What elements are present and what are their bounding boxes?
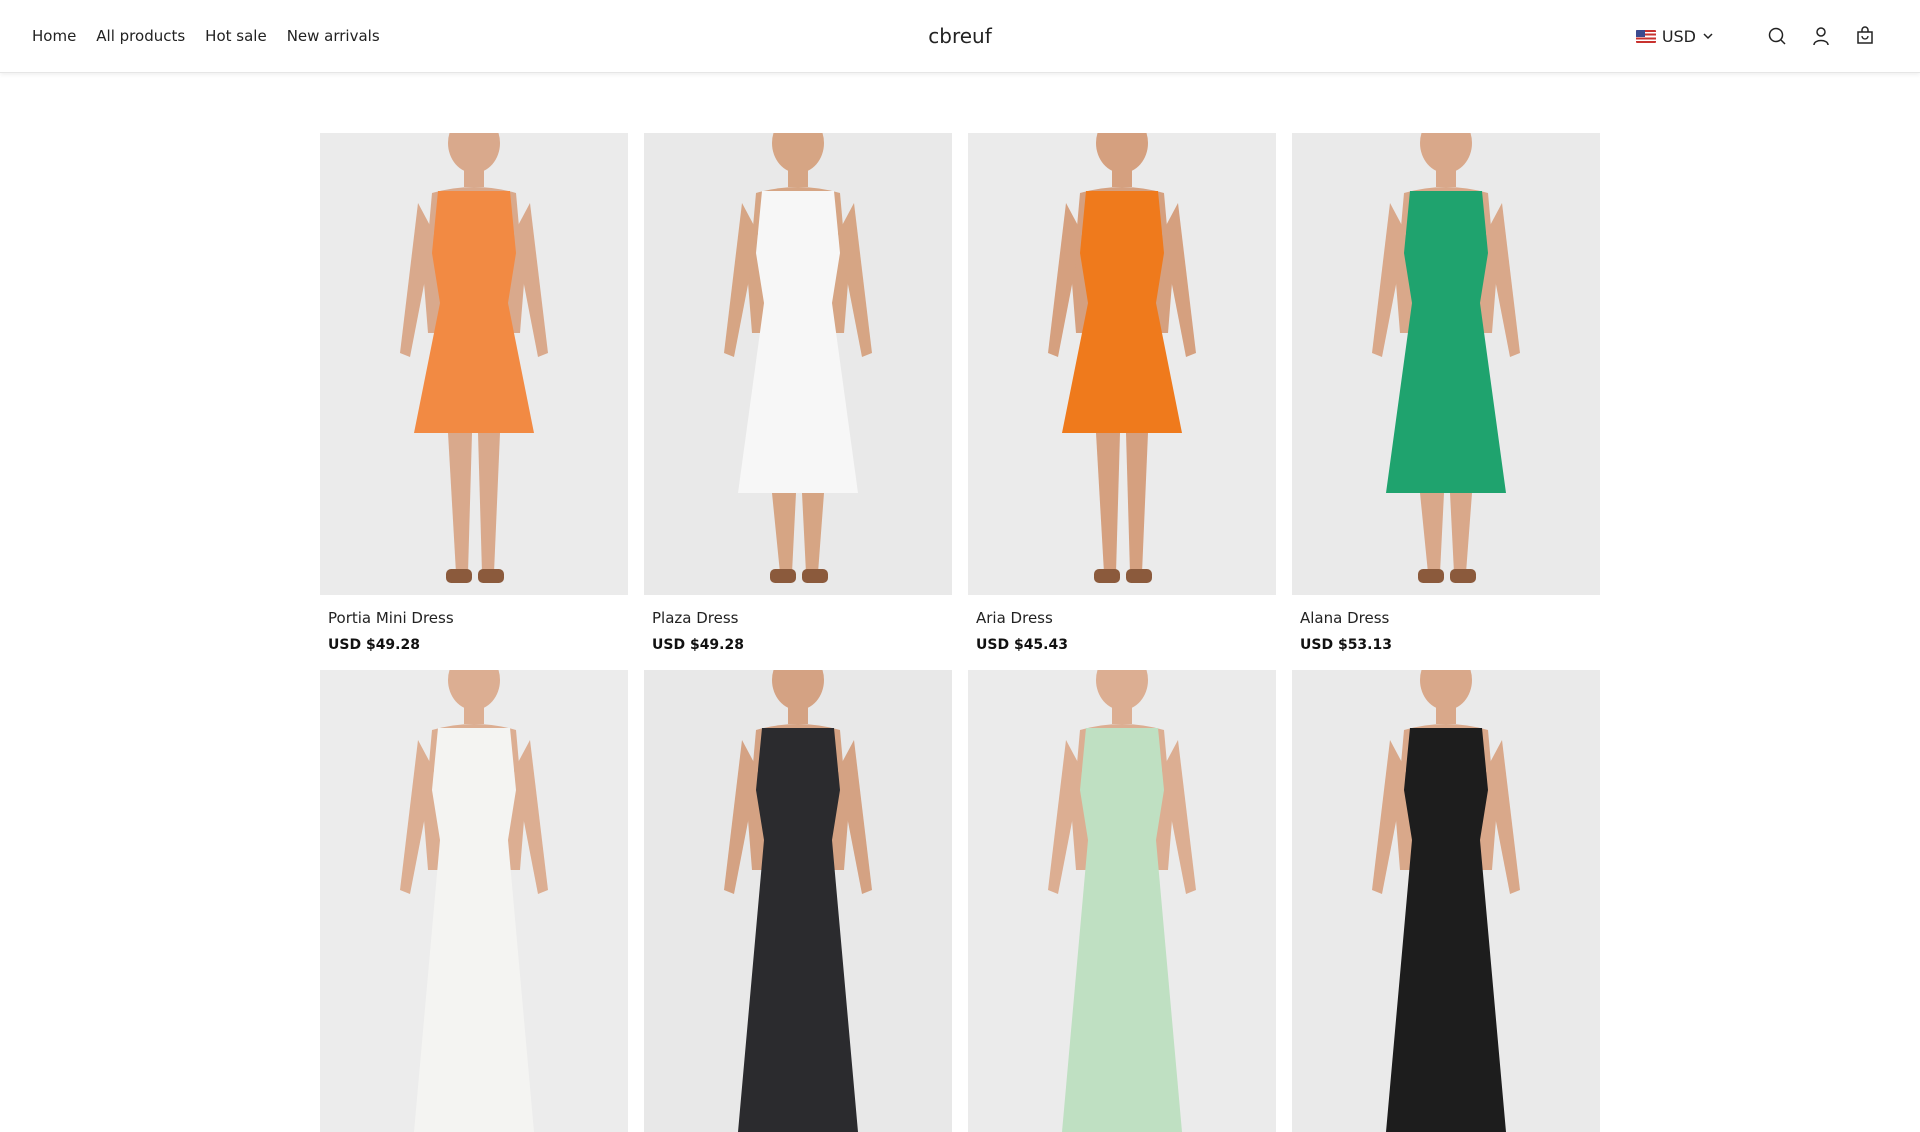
- product-name[interactable]: Plaza Dress: [652, 609, 944, 627]
- product-card[interactable]: Portia Mini Dress USD $49.28: [320, 133, 628, 653]
- product-image[interactable]: [1292, 133, 1600, 595]
- account-icon[interactable]: [1810, 25, 1832, 47]
- product-card[interactable]: [968, 670, 1276, 1132]
- product-image[interactable]: [644, 133, 952, 595]
- model-illustration: [968, 670, 1276, 1132]
- product-card[interactable]: Aria Dress USD $45.43: [968, 133, 1276, 653]
- product-price: USD $49.28: [328, 637, 420, 653]
- product-price: USD $49.28: [652, 637, 744, 653]
- product-card[interactable]: [320, 670, 628, 1132]
- model-illustration: [644, 133, 952, 595]
- cart-icon[interactable]: [1854, 25, 1876, 47]
- chevron-down-icon: [1703, 33, 1713, 40]
- model-illustration: [644, 670, 952, 1132]
- product-image[interactable]: [1292, 670, 1600, 1132]
- product-grid: Portia Mini Dress USD $49.28 Plaza Dress US…: [320, 133, 1601, 1132]
- site-logo[interactable]: cbreuf: [928, 24, 992, 48]
- search-icon[interactable]: [1766, 25, 1788, 47]
- currency-selector[interactable]: USD: [1635, 26, 1714, 46]
- site-header: Home All products Hot sale New arrivals …: [0, 0, 1920, 73]
- model-illustration: [320, 670, 628, 1132]
- nav-all-products[interactable]: All products: [96, 27, 185, 45]
- model-illustration: [320, 133, 628, 595]
- product-image[interactable]: [320, 670, 628, 1132]
- model-illustration: [1292, 133, 1600, 595]
- product-image[interactable]: [968, 133, 1276, 595]
- us-flag-icon: [1635, 29, 1656, 43]
- product-name[interactable]: Portia Mini Dress: [328, 609, 620, 627]
- nav-home[interactable]: Home: [32, 27, 76, 45]
- product-card[interactable]: [1292, 670, 1600, 1132]
- model-illustration: [968, 133, 1276, 595]
- product-name[interactable]: Aria Dress: [976, 609, 1268, 627]
- main-nav: Home All products Hot sale New arrivals: [32, 0, 380, 72]
- product-image[interactable]: [644, 670, 952, 1132]
- currency-label: USD: [1661, 26, 1696, 46]
- product-price: USD $45.43: [976, 637, 1068, 653]
- product-image[interactable]: [968, 670, 1276, 1132]
- product-image[interactable]: [320, 133, 628, 595]
- product-card[interactable]: Plaza Dress USD $49.28: [644, 133, 952, 653]
- model-illustration: [1292, 670, 1600, 1132]
- product-price: USD $53.13: [1300, 637, 1392, 653]
- header-actions: USD: [1635, 0, 1876, 72]
- product-name[interactable]: Alana Dress: [1300, 609, 1592, 627]
- nav-hot-sale[interactable]: Hot sale: [205, 27, 267, 45]
- product-card[interactable]: Alana Dress USD $53.13: [1292, 133, 1600, 653]
- product-card[interactable]: [644, 670, 952, 1132]
- nav-new-arrivals[interactable]: New arrivals: [287, 27, 380, 45]
